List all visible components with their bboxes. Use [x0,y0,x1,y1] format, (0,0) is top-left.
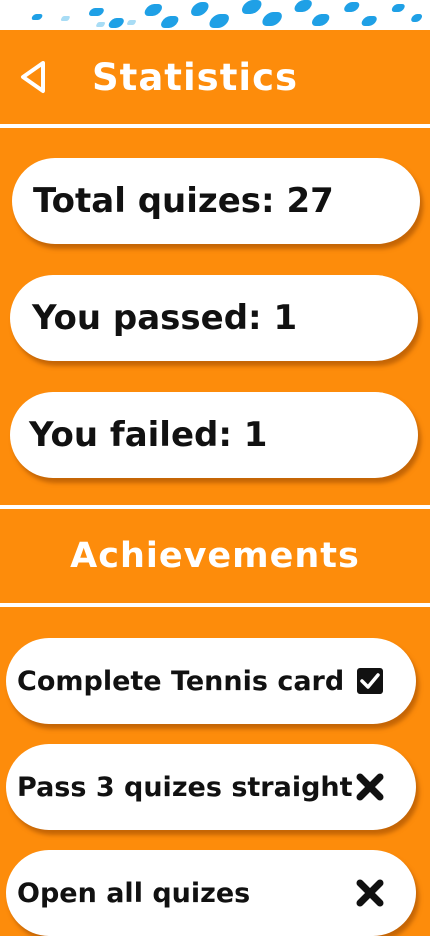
total-quizzes-card: Total quizes: 27 [12,158,420,244]
page-title: Statistics [92,56,299,99]
achievement-label: Complete Tennis card [17,665,345,697]
cross-icon [354,771,386,803]
stats-divider [0,505,430,509]
achievement-item: Pass 3 quizes straight [6,744,416,830]
back-button[interactable] [8,52,58,102]
achievements-divider [0,603,430,607]
total-quizzes-text: Total quizes: 27 [33,181,334,221]
checkbox-checked-icon [354,665,386,697]
passed-quizzes-card: You passed: 1 [10,275,418,361]
failed-quizzes-card: You failed: 1 [10,392,418,478]
achievement-label: Pass 3 quizes straight [17,771,353,803]
back-arrow-icon [21,61,45,93]
header-bar: Statistics [0,30,430,124]
decorative-pattern-strip [0,0,430,30]
failed-quizzes-text: You failed: 1 [29,415,268,455]
achievement-item: Complete Tennis card [6,638,416,724]
achievement-item: Open all quizes [6,850,416,936]
header-divider [0,124,430,128]
passed-quizzes-text: You passed: 1 [32,298,298,338]
cross-icon [354,877,386,909]
achievement-label: Open all quizes [17,877,251,909]
achievements-title: Achievements [70,536,360,576]
